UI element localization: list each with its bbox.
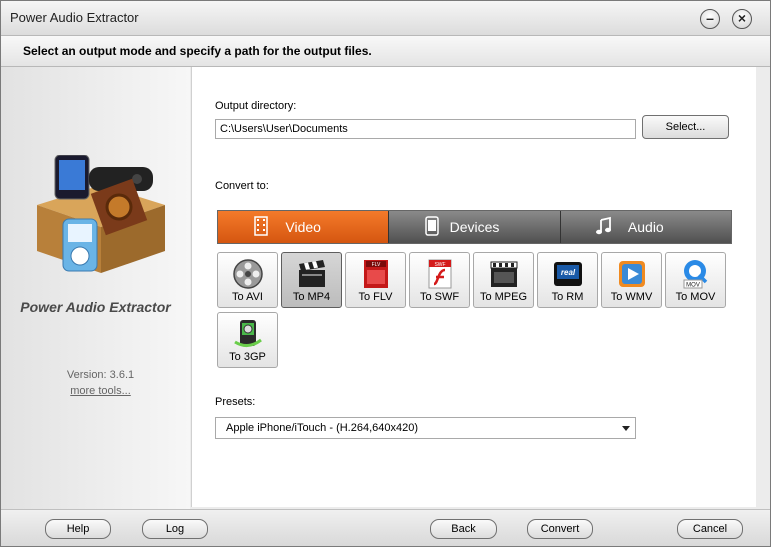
format-mp4-label: To MP4 (292, 291, 331, 303)
instruction-bar: Select an output mode and specify a path… (1, 35, 770, 67)
format-mp4-button[interactable]: To MP4 (281, 252, 342, 308)
sidebar: Power Audio Extractor Version: 3.6.1 mor… (1, 67, 190, 509)
format-flv-label: To FLV (358, 291, 393, 303)
format-wmv-label: To WMV (610, 291, 653, 303)
title-bar: Power Audio Extractor – × (1, 1, 770, 35)
flash-icon: SWF (428, 259, 452, 289)
output-directory-label: Output directory: (215, 100, 297, 112)
main-panel: Output directory: Select... Convert to: … (191, 67, 756, 507)
format-mov-button[interactable]: MOV To MOV (665, 252, 726, 308)
mpeg-clapperboard-icon (490, 261, 518, 287)
cancel-button[interactable]: Cancel (677, 519, 743, 539)
convert-to-label: Convert to: (215, 180, 269, 192)
format-avi-label: To AVI (232, 291, 263, 303)
media-player-icon (619, 261, 645, 287)
minimize-icon: – (706, 10, 714, 26)
output-directory-input[interactable] (215, 119, 636, 139)
dropdown-arrow-icon (622, 426, 630, 431)
format-avi-button[interactable]: To AVI (217, 252, 278, 308)
app-name: Power Audio Extractor (20, 299, 171, 315)
close-button[interactable]: × (732, 9, 752, 29)
svg-text:MOV: MOV (686, 283, 700, 289)
presets-label: Presets: (215, 396, 256, 408)
format-rm-button[interactable]: real To RM (537, 252, 598, 308)
help-button[interactable]: Help (45, 519, 111, 539)
tab-video-label: Video (285, 219, 321, 235)
app-window: Power Audio Extractor – × Select an outp… (0, 0, 771, 547)
format-wmv-button[interactable]: To WMV (601, 252, 662, 308)
tab-audio-label: Audio (627, 219, 664, 235)
clapperboard-icon (299, 260, 325, 287)
format-flv-button[interactable]: FLV To FLV (345, 252, 406, 308)
presets-selected-value: Apple iPhone/iTouch - (H.264,640x420) (226, 422, 419, 434)
tab-devices[interactable]: Devices (389, 211, 561, 243)
instruction-text: Select an output mode and specify a path… (23, 44, 372, 58)
tab-devices-label: Devices (449, 219, 500, 235)
tab-video[interactable]: Video (218, 211, 390, 243)
convert-button[interactable]: Convert (527, 519, 593, 539)
format-swf-button[interactable]: SWF To SWF (409, 252, 470, 308)
minimize-button[interactable]: – (700, 9, 720, 29)
format-mpeg-button[interactable]: To MPEG (473, 252, 534, 308)
back-button[interactable]: Back (430, 519, 497, 539)
format-mpeg-label: To MPEG (479, 291, 528, 303)
svg-text:real: real (561, 268, 576, 277)
window-title: Power Audio Extractor (10, 10, 139, 25)
format-mov-label: To MOV (675, 291, 716, 303)
svg-text:FLV: FLV (372, 262, 381, 268)
format-rm-label: To RM (551, 291, 584, 303)
film-reel-icon (233, 259, 263, 289)
select-directory-button[interactable]: Select... (642, 115, 729, 139)
quicktime-icon: MOV (683, 260, 708, 289)
svg-text:SWF: SWF (434, 262, 445, 268)
presets-dropdown[interactable]: Apple iPhone/iTouch - (H.264,640x420) (215, 417, 636, 439)
mode-tabs: Video Devices Audio (217, 210, 732, 244)
format-3gp-label: To 3GP (229, 351, 266, 363)
format-3gp-button[interactable]: To 3GP (217, 312, 278, 368)
version-text: Version: 3.6.1 (66, 369, 135, 381)
format-swf-label: To SWF (419, 291, 460, 303)
close-icon: × (737, 10, 747, 26)
tab-audio[interactable]: Audio (560, 211, 731, 243)
more-tools-link[interactable]: more tools... (1, 385, 200, 397)
log-button[interactable]: Log (142, 519, 208, 539)
flash-video-icon: FLV (364, 260, 388, 288)
app-logo-icon (37, 155, 165, 273)
footer-bar: Help Log Back Convert Cancel (1, 509, 770, 546)
real-media-icon: real (554, 262, 582, 286)
mobile-film-icon (234, 320, 262, 347)
